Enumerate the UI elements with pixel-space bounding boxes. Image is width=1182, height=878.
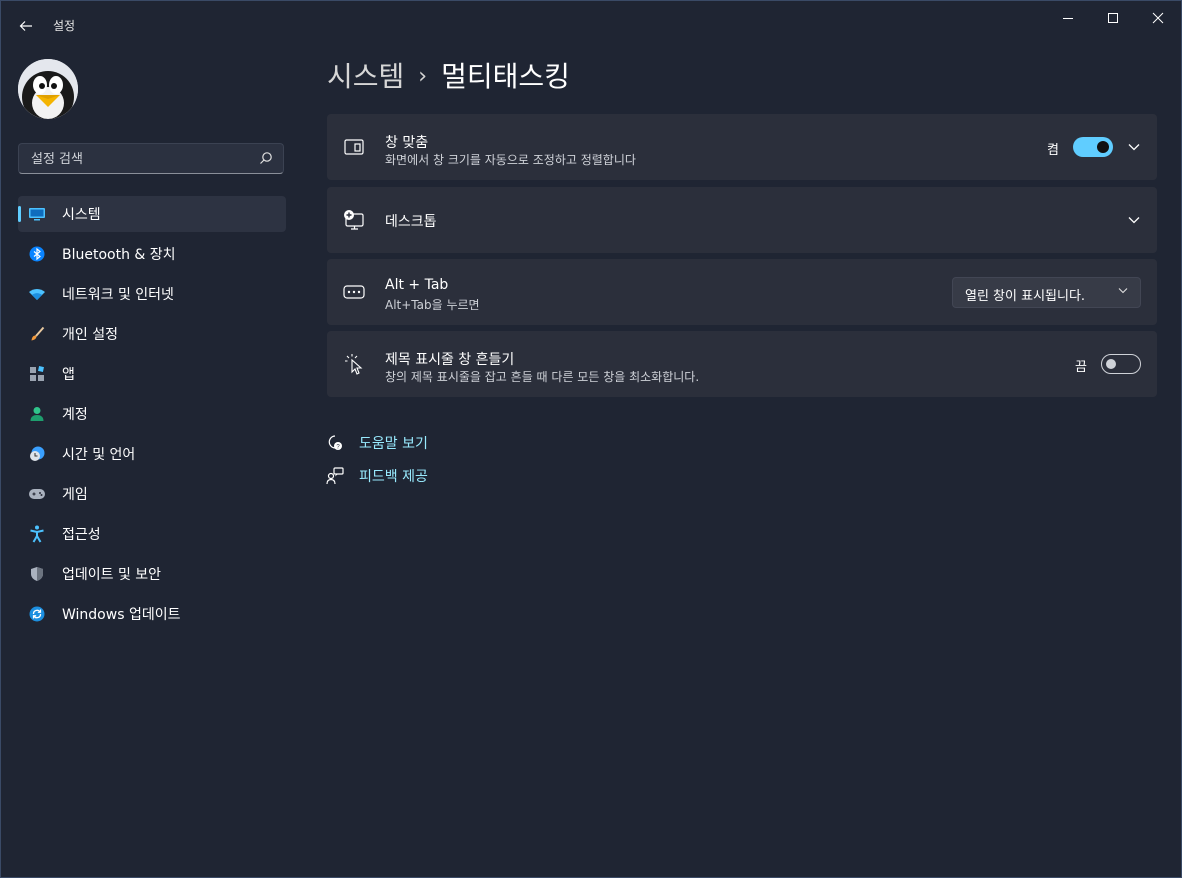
minimize-icon [1063,18,1073,19]
apps-icon [28,365,46,383]
title-bar-shake-title: 제목 표시줄 창 흔들기 [385,352,515,368]
sidebar-item-label: Bluetooth & 장치 [62,247,176,263]
help-link[interactable]: ? 도움말 보기 [325,431,428,455]
wifi-icon [28,285,46,303]
feedback-icon [325,466,345,486]
search-input[interactable] [29,144,253,175]
snap-toggle[interactable] [1073,137,1113,157]
sidebar-item-label: 업데이트 및 보안 [62,567,162,583]
sidebar-item-label: 시간 및 언어 [62,447,136,463]
bluetooth-icon [28,245,46,263]
snap-title: 창 맞춤 [385,135,429,151]
snap-windows-card[interactable]: 창 맞춤 화면에서 창 크기를 자동으로 조정하고 정렬합니다 켬 [327,114,1157,180]
sidebar-item-label: 접근성 [62,527,101,543]
breadcrumb-parent[interactable]: 시스템 [327,60,404,93]
title-bar-shake-toggle[interactable] [1101,354,1141,374]
sidebar-item-time-language[interactable]: 시간 및 언어 [18,436,286,472]
sidebar-item-system[interactable]: 시스템 [18,196,286,232]
snap-layout-icon [343,136,365,158]
search-icon[interactable] [259,151,273,165]
back-button[interactable] [13,13,39,39]
help-link-text: 도움말 보기 [359,436,428,452]
chevron-down-icon [1118,288,1128,294]
close-icon [1152,12,1164,24]
page-title: 멀티태스킹 [441,60,570,93]
keyboard-icon [343,281,365,303]
alt-tab-selected-value: 열린 창이 표시됩니다. [965,289,1086,304]
sidebar-item-bluetooth[interactable]: Bluetooth & 장치 [18,236,286,272]
sidebar-item-gaming[interactable]: 게임 [18,476,286,512]
penguin-avatar-icon [18,59,78,119]
sidebar-item-apps[interactable]: 앱 [18,356,286,392]
sidebar-item-label: 게임 [62,487,88,503]
help-icon: ? [325,433,345,453]
globe-clock-icon [28,445,46,463]
snap-description: 화면에서 창 크기를 자동으로 조정하고 정렬합니다 [385,153,636,167]
sidebar-item-personalization[interactable]: 개인 설정 [18,316,286,352]
title-bar-shake-card: 제목 표시줄 창 흔들기 창의 제목 표시줄을 잡고 흔들 때 다른 모든 창을… [327,331,1157,397]
breadcrumb-separator: › [418,64,428,89]
shield-icon [28,565,46,583]
title-bar: 설정 [1,1,1181,47]
title-bar-shake-description: 창의 제목 표시줄을 잡고 흔들 때 다른 모든 창을 최소화합니다. [385,370,700,384]
breadcrumb: 시스템 › 멀티태스킹 [327,55,570,95]
sidebar-item-update-security[interactable]: 업데이트 및 보안 [18,556,286,592]
back-arrow-icon [19,21,32,31]
gamepad-icon [28,485,46,503]
alt-tab-dropdown[interactable]: 열린 창이 표시됩니다. [952,277,1141,308]
sidebar-item-label: 개인 설정 [62,327,118,343]
sidebar-nav: 시스템 Bluetooth & 장치 네트워크 및 인터넷 개인 설정 앱 계정… [18,196,286,636]
alt-tab-description: Alt+Tab을 누르면 [385,298,480,312]
sidebar-item-accounts[interactable]: 계정 [18,396,286,432]
toggle-knob [1097,141,1109,153]
sidebar-item-label: 시스템 [62,207,101,223]
settings-window: 설정 설정 검색 시스템 Bluetooth & 장치 네트워크 및 인터넷 개… [0,0,1182,878]
sidebar-item-label: Windows 업데이트 [62,607,181,623]
sidebar-item-label: 앱 [62,367,75,383]
paintbrush-icon [28,325,46,343]
accessibility-icon [28,525,46,543]
settings-search[interactable] [18,143,284,175]
chevron-down-icon[interactable] [1125,211,1143,229]
title-bar-shake-state-label: 끔 [1075,360,1087,375]
user-avatar[interactable] [18,59,78,119]
toggle-knob [1106,359,1116,369]
refresh-icon [28,605,46,623]
alt-tab-card: Alt + Tab Alt+Tab을 누르면 열린 창이 표시됩니다. [327,259,1157,325]
desktop-add-icon [343,209,365,231]
sidebar-item-label: 계정 [62,407,88,423]
app-title: 설정 [53,19,76,33]
sidebar-item-network[interactable]: 네트워크 및 인터넷 [18,276,286,312]
shake-cursor-icon [343,353,365,375]
maximize-button[interactable] [1090,1,1136,35]
monitor-icon [28,205,46,223]
close-button[interactable] [1135,1,1181,35]
sidebar-item-windows-update[interactable]: Windows 업데이트 [18,596,286,632]
person-icon [28,405,46,423]
desktops-card[interactable]: 데스크톱 [327,187,1157,253]
chevron-down-icon[interactable] [1125,138,1143,156]
maximize-icon [1108,13,1118,23]
feedback-link[interactable]: 피드백 제공 [325,464,428,488]
alt-tab-title: Alt + Tab [385,277,449,293]
feedback-link-text: 피드백 제공 [359,469,428,485]
desktops-title: 데스크톱 [385,214,437,230]
sidebar-item-accessibility[interactable]: 접근성 [18,516,286,552]
minimize-button[interactable] [1045,1,1091,35]
sidebar-item-label: 네트워크 및 인터넷 [62,287,174,303]
snap-state-label: 켬 [1047,143,1059,158]
